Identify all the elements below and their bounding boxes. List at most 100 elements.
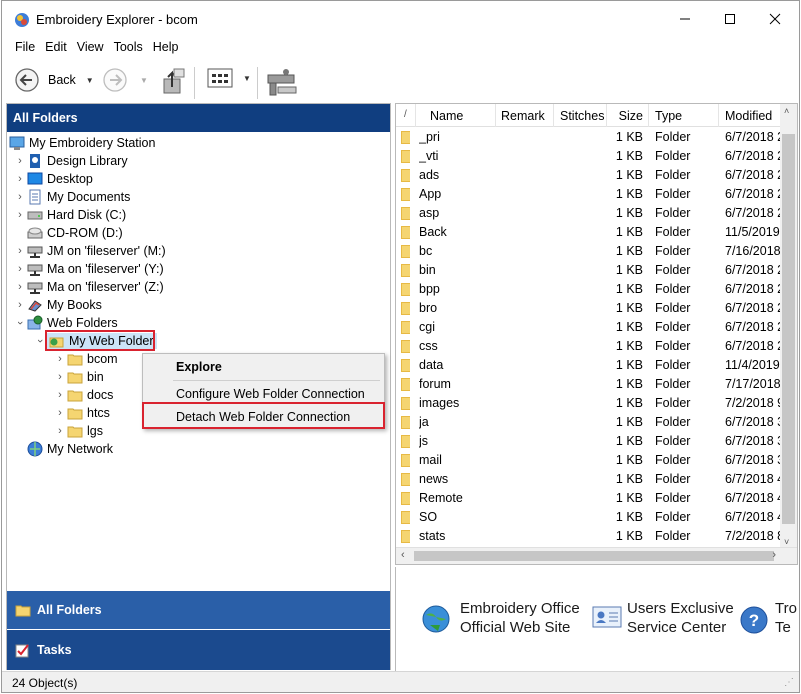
file-row[interactable]: forum 1 KB Folder 7/17/2018 (396, 375, 797, 394)
tree-item-cd-rom[interactable]: CD-ROM (D:) (13, 224, 123, 242)
chevron-right-icon[interactable]: › (13, 206, 27, 224)
tree-item-my-books[interactable]: › My Books (13, 296, 102, 314)
column-type[interactable]: Type (649, 104, 719, 127)
file-row[interactable]: ja 1 KB Folder 6/7/2018 3 (396, 413, 797, 432)
menu-help[interactable]: Help (148, 37, 184, 59)
chevron-right-icon[interactable]: › (53, 404, 67, 422)
horizontal-scrollbar[interactable]: ‹ › (396, 547, 797, 564)
file-name: ads (419, 168, 440, 182)
file-row[interactable]: App 1 KB Folder 6/7/2018 2 (396, 185, 797, 204)
file-size: 1 KB (615, 149, 643, 163)
network-drive-icon (27, 243, 43, 259)
menu-item-configure-web-folder[interactable]: Configure Web Folder Connection (176, 387, 365, 401)
minimize-button[interactable] (662, 1, 708, 37)
chevron-right-icon[interactable]: › (53, 422, 67, 440)
menu-edit[interactable]: Edit (40, 37, 72, 59)
chevron-right-icon[interactable]: › (53, 350, 67, 368)
link-official-web-site[interactable]: Embroidery Office Official Web Site (420, 599, 580, 637)
close-button[interactable] (752, 1, 798, 37)
vertical-scroll-thumb[interactable] (782, 134, 795, 524)
scroll-up-icon[interactable]: ˄ (784, 106, 789, 116)
link-service-center[interactable]: Users Exclusive Service Center (591, 599, 734, 637)
tree-item-my-documents[interactable]: › My Documents (13, 188, 130, 206)
file-row[interactable]: asp 1 KB Folder 6/7/2018 2 (396, 204, 797, 223)
file-row[interactable]: Back 1 KB Folder 11/5/2019 (396, 223, 797, 242)
back-button[interactable]: Back ▼ (14, 67, 94, 93)
file-row[interactable]: _vti 1 KB Folder 6/7/2018 2 (396, 147, 797, 166)
scroll-down-icon[interactable]: ˅ (784, 537, 789, 547)
menu-item-explore[interactable]: Explore (176, 360, 222, 374)
tree-item-design-library[interactable]: › Design Library (13, 152, 128, 170)
tree-item-lgs[interactable]: › lgs (53, 422, 103, 440)
tree-item-my-embroidery-station[interactable]: My Embroidery Station (9, 134, 155, 152)
menu-view[interactable]: View (72, 37, 109, 59)
file-name: news (419, 472, 449, 486)
up-folder-button[interactable] (162, 67, 186, 95)
file-name: asp (419, 206, 440, 220)
tree-item-my-network[interactable]: My Network (13, 440, 113, 458)
column-size[interactable]: Size (607, 104, 649, 127)
tree-item-desktop[interactable]: › Desktop (13, 170, 93, 188)
resize-grip-icon[interactable]: ⋰ (784, 677, 794, 688)
chevron-right-icon[interactable]: › (13, 170, 27, 188)
back-label: Back (48, 73, 76, 87)
network-drive-icon (27, 279, 43, 295)
tree-item-jm-fileserver[interactable]: › JM on 'fileserver' (M:) (13, 242, 166, 260)
file-row[interactable]: js 1 KB Folder 6/7/2018 3 (396, 432, 797, 451)
maximize-button[interactable] (707, 1, 753, 37)
vertical-scrollbar[interactable]: ˄ ˅ (780, 104, 797, 549)
file-row[interactable]: bin 1 KB Folder 6/7/2018 2 (396, 261, 797, 280)
chevron-right-icon[interactable]: › (13, 242, 27, 260)
file-row[interactable]: bpp 1 KB Folder 6/7/2018 2 (396, 280, 797, 299)
nav-all-folders[interactable]: All Folders (7, 591, 390, 629)
file-row[interactable]: news 1 KB Folder 6/7/2018 4 (396, 470, 797, 489)
back-dropdown-icon[interactable]: ▼ (86, 76, 94, 85)
chevron-right-icon[interactable]: › (13, 152, 27, 170)
menu-file[interactable]: File (10, 37, 40, 59)
file-row[interactable]: cgi 1 KB Folder 6/7/2018 2 (396, 318, 797, 337)
file-row[interactable]: Remote 1 KB Folder 6/7/2018 4 (396, 489, 797, 508)
chevron-right-icon[interactable]: › (53, 386, 67, 404)
scroll-left-icon[interactable]: ‹ (401, 549, 405, 561)
cd-rom-icon (27, 225, 43, 241)
chevron-right-icon[interactable]: › (13, 188, 27, 206)
tree-item-docs[interactable]: › docs (53, 386, 113, 404)
chevron-right-icon[interactable]: › (13, 260, 27, 278)
embroidery-machine-button[interactable] (264, 67, 300, 97)
nav-tasks[interactable]: Tasks (7, 630, 390, 670)
column-name[interactable]: Name (416, 104, 496, 127)
forward-dropdown-icon[interactable]: ▼ (140, 76, 148, 85)
chevron-right-icon[interactable]: › (53, 368, 67, 386)
file-row[interactable]: _pri 1 KB Folder 6/7/2018 2 (396, 128, 797, 147)
tree-item-ma-fileserver-y[interactable]: › Ma on 'fileserver' (Y:) (13, 260, 164, 278)
link-troubleshooting[interactable]: ? Tro Te (739, 599, 797, 637)
file-row[interactable]: SO 1 KB Folder 6/7/2018 4 (396, 508, 797, 527)
column-remark[interactable]: Remark (496, 104, 554, 127)
embroidery-explorer-window: Embroidery Explorer - bcom File Edit Vie… (1, 0, 800, 693)
forward-button[interactable]: ▼ (102, 67, 148, 93)
column-stitches[interactable]: Stitches (554, 104, 607, 127)
file-row[interactable]: stats 1 KB Folder 7/2/2018 8 (396, 527, 797, 546)
tree-item-bin[interactable]: › bin (53, 368, 104, 386)
tree-item-hard-disk[interactable]: › Hard Disk (C:) (13, 206, 126, 224)
file-row[interactable]: data 1 KB Folder 11/4/2019 (396, 356, 797, 375)
file-type: Folder (655, 434, 691, 448)
chevron-right-icon[interactable]: › (13, 278, 27, 296)
horizontal-scroll-thumb[interactable] (414, 551, 774, 561)
chevron-right-icon[interactable]: › (13, 296, 27, 314)
tree-item-htcs[interactable]: › htcs (53, 404, 110, 422)
file-row[interactable]: bro 1 KB Folder 6/7/2018 2 (396, 299, 797, 318)
scroll-right-icon[interactable]: › (772, 549, 776, 561)
menu-tools[interactable]: Tools (109, 37, 148, 59)
tree-label: CD-ROM (D:) (47, 226, 123, 240)
views-dropdown-icon[interactable]: ▼ (243, 74, 251, 83)
file-row[interactable]: mail 1 KB Folder 6/7/2018 3 (396, 451, 797, 470)
file-modified: 6/7/2018 2 (725, 282, 781, 296)
file-row[interactable]: ads 1 KB Folder 6/7/2018 2 (396, 166, 797, 185)
file-row[interactable]: images 1 KB Folder 7/2/2018 9 (396, 394, 797, 413)
views-button[interactable]: ▼ (207, 67, 251, 89)
file-row[interactable]: css 1 KB Folder 6/7/2018 2 (396, 337, 797, 356)
tree-item-bcom[interactable]: › bcom (53, 350, 117, 368)
file-row[interactable]: bc 1 KB Folder 7/16/2018 (396, 242, 797, 261)
tree-item-ma-fileserver-z[interactable]: › Ma on 'fileserver' (Z:) (13, 278, 164, 296)
